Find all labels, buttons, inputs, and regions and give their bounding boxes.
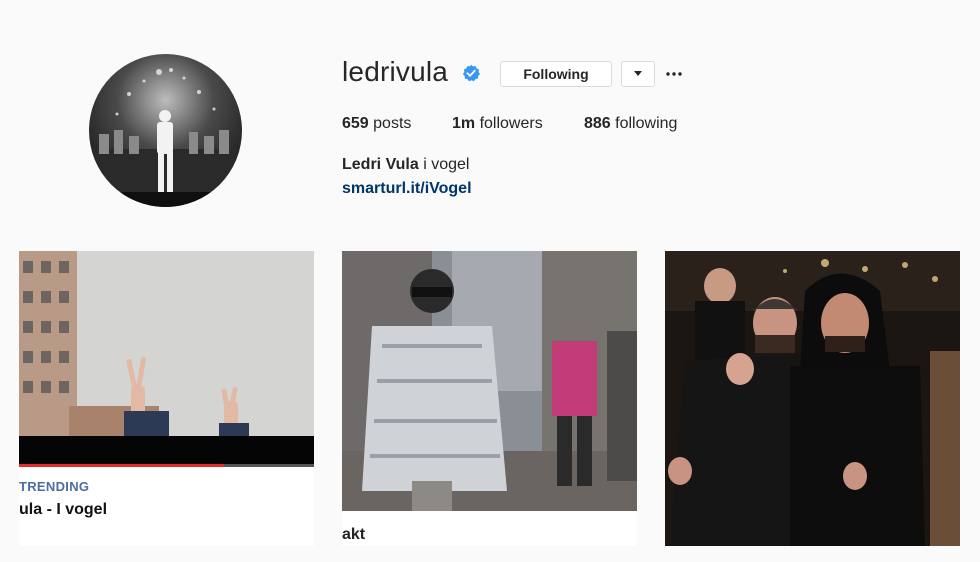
profile-avatar[interactable] bbox=[89, 54, 242, 207]
more-options-button[interactable] bbox=[664, 66, 684, 82]
verified-badge-icon bbox=[462, 64, 480, 82]
bio-full-name: Ledri Vula bbox=[342, 156, 419, 173]
bio-website-link[interactable]: smarturl.it/iVogel bbox=[342, 180, 472, 198]
following-count: 886 bbox=[584, 115, 611, 132]
followers-label: followers bbox=[479, 115, 543, 132]
profile-username: ledrivula bbox=[342, 56, 449, 87]
following-label: following bbox=[615, 115, 678, 132]
post-thumbnail[interactable]: TRENDING ula - I vogel bbox=[19, 251, 314, 546]
caret-down-icon bbox=[634, 71, 642, 76]
stat-following[interactable]: 886 following bbox=[584, 115, 677, 133]
post-overlay-label: TRENDING bbox=[19, 479, 90, 494]
suggestions-dropdown-button[interactable] bbox=[621, 61, 655, 87]
stat-posts: 659 posts bbox=[342, 115, 411, 133]
post-overlay-title: ula - I vogel bbox=[19, 501, 108, 518]
followers-count: 1m bbox=[452, 115, 476, 132]
posts-label: posts bbox=[373, 115, 412, 132]
stat-followers[interactable]: 1m followers bbox=[452, 115, 543, 133]
bio: Ledri Vula i vogel bbox=[342, 156, 469, 174]
post-thumbnail[interactable]: akt bbox=[342, 251, 637, 546]
post-thumbnail[interactable] bbox=[665, 251, 960, 546]
ellipsis-icon bbox=[666, 72, 682, 76]
post-overlay-title: akt bbox=[342, 526, 366, 543]
posts-count: 659 bbox=[342, 115, 369, 132]
bio-text: i vogel bbox=[423, 156, 470, 173]
following-button[interactable]: Following bbox=[500, 61, 612, 87]
